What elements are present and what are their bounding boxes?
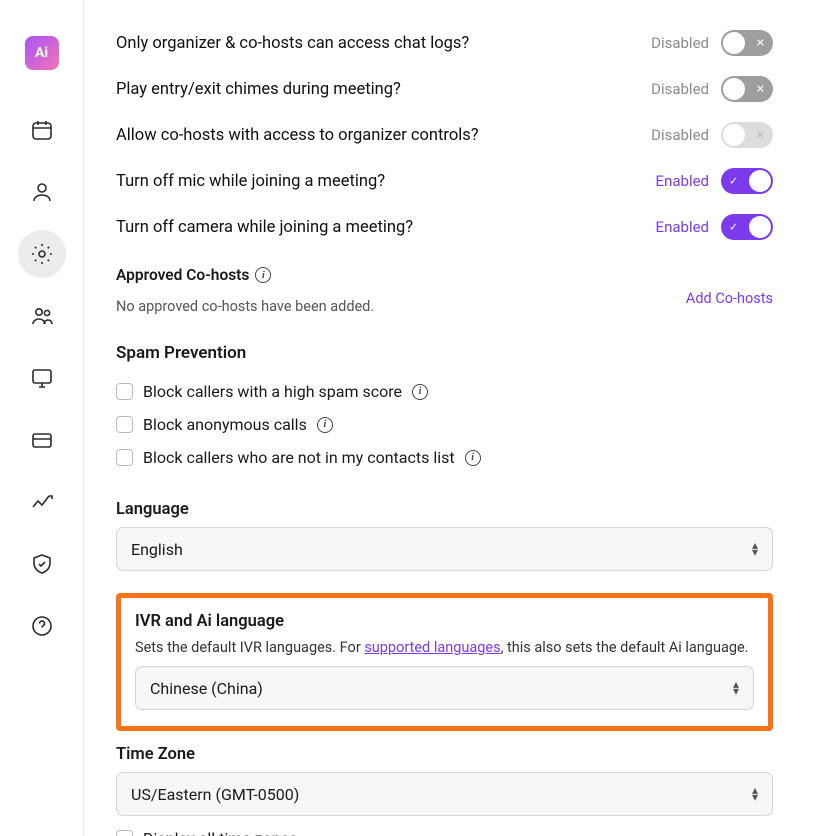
check-icon: ✓: [729, 222, 738, 233]
timezone-label: Time Zone: [116, 745, 773, 764]
gear-icon: [30, 242, 54, 266]
nav-analytics[interactable]: [18, 478, 66, 526]
nav-team[interactable]: [18, 292, 66, 340]
spam-option-row: Block callers who are not in my contacts…: [116, 441, 773, 474]
chevron-updown-icon: ▴▾: [733, 681, 739, 695]
setting-toggle[interactable]: ✕: [721, 122, 773, 148]
setting-status: Enabled: [656, 218, 709, 236]
spam-option-label: Block callers who are not in my contacts…: [143, 448, 455, 467]
setting-row: Allow co-hosts with access to organizer …: [116, 112, 773, 158]
spam-prevention-heading: Spam Prevention: [116, 343, 773, 363]
language-select[interactable]: English ▴▾: [116, 527, 773, 571]
supported-languages-link[interactable]: supported languages: [364, 639, 500, 656]
approved-cohosts-label: Approved Co-hosts: [116, 266, 249, 284]
setting-toggle[interactable]: ✕: [721, 30, 773, 56]
toggle-knob: [749, 170, 771, 192]
setting-label: Allow co-hosts with access to organizer …: [116, 126, 479, 145]
app-logo[interactable]: Ai: [25, 36, 59, 70]
setting-row: Turn off mic while joining a meeting? Ena…: [116, 158, 773, 204]
toggle-knob: [749, 216, 771, 238]
sidebar: Ai: [0, 0, 84, 836]
approved-cohosts-heading: Approved Co-hosts i: [116, 266, 773, 284]
info-icon[interactable]: i: [412, 384, 428, 400]
spam-option-checkbox[interactable]: [116, 449, 133, 466]
users-icon: [30, 304, 54, 328]
toggle-knob: [723, 124, 745, 146]
spam-option-label: Block callers with a high spam score: [143, 382, 402, 401]
spam-option-row: Block anonymous calls i: [116, 408, 773, 441]
setting-toggle[interactable]: ✕: [721, 76, 773, 102]
ivr-description: Sets the default IVR languages. For supp…: [135, 639, 754, 656]
x-icon: ✕: [756, 38, 765, 49]
setting-status: Disabled: [651, 80, 709, 98]
timezone-select[interactable]: US/Eastern (GMT-0500) ▴▾: [116, 772, 773, 816]
toggle-knob: [723, 78, 745, 100]
settings-panel: Only organizer & co-hosts can access cha…: [84, 0, 833, 836]
x-icon: ✕: [756, 130, 765, 141]
chevron-updown-icon: ▴▾: [752, 542, 758, 556]
setting-toggle[interactable]: ✓: [721, 214, 773, 240]
shield-icon: [30, 552, 54, 576]
timezone-value: US/Eastern (GMT-0500): [131, 785, 299, 804]
nav-display[interactable]: [18, 354, 66, 402]
display-all-timezones-label: Display all time zones: [143, 829, 297, 836]
language-value: English: [131, 540, 183, 559]
toggle-knob: [723, 32, 745, 54]
setting-label: Turn off camera while joining a meeting?: [116, 218, 413, 237]
nav-calendar[interactable]: [18, 106, 66, 154]
setting-status: Disabled: [651, 34, 709, 52]
setting-status: Enabled: [656, 172, 709, 190]
nav-security[interactable]: [18, 540, 66, 588]
spam-option-checkbox[interactable]: [116, 416, 133, 433]
setting-label: Only organizer & co-hosts can access cha…: [116, 34, 469, 53]
setting-label: Play entry/exit chimes during meeting?: [116, 80, 401, 99]
nav-billing[interactable]: [18, 416, 66, 464]
x-icon: ✕: [756, 84, 765, 95]
setting-status: Disabled: [651, 126, 709, 144]
user-icon: [30, 180, 54, 204]
ivr-language-select[interactable]: Chinese (China) ▴▾: [135, 666, 754, 710]
setting-row: Only organizer & co-hosts can access cha…: [116, 20, 773, 66]
card-icon: [30, 428, 54, 452]
spam-option-row: Block callers with a high spam score i: [116, 375, 773, 408]
nav-profile[interactable]: [18, 168, 66, 216]
nav-settings[interactable]: [18, 230, 66, 278]
info-icon[interactable]: i: [317, 417, 333, 433]
ivr-label: IVR and Ai language: [135, 612, 754, 631]
setting-label: Turn off mic while joining a meeting?: [116, 172, 385, 191]
spam-option-checkbox[interactable]: [116, 383, 133, 400]
ivr-highlight-box: IVR and Ai language Sets the default IVR…: [116, 593, 773, 731]
language-label: Language: [116, 500, 773, 519]
cohosts-empty-text: No approved co-hosts have been added.: [116, 298, 374, 315]
add-cohosts-link[interactable]: Add Co-hosts: [686, 290, 773, 307]
nav-help[interactable]: [18, 602, 66, 650]
calendar-icon: [30, 118, 54, 142]
help-icon: [30, 614, 54, 638]
monitor-icon: [30, 366, 54, 390]
check-icon: ✓: [729, 176, 738, 187]
setting-toggle[interactable]: ✓: [721, 168, 773, 194]
info-icon[interactable]: i: [465, 450, 481, 466]
chevron-updown-icon: ▴▾: [752, 787, 758, 801]
ivr-language-value: Chinese (China): [150, 679, 263, 698]
setting-row: Turn off camera while joining a meeting?…: [116, 204, 773, 250]
spam-option-label: Block anonymous calls: [143, 415, 307, 434]
trend-icon: [30, 490, 54, 514]
setting-row: Play entry/exit chimes during meeting? Di…: [116, 66, 773, 112]
display-all-timezones-checkbox[interactable]: [116, 830, 133, 836]
info-icon[interactable]: i: [255, 267, 271, 283]
